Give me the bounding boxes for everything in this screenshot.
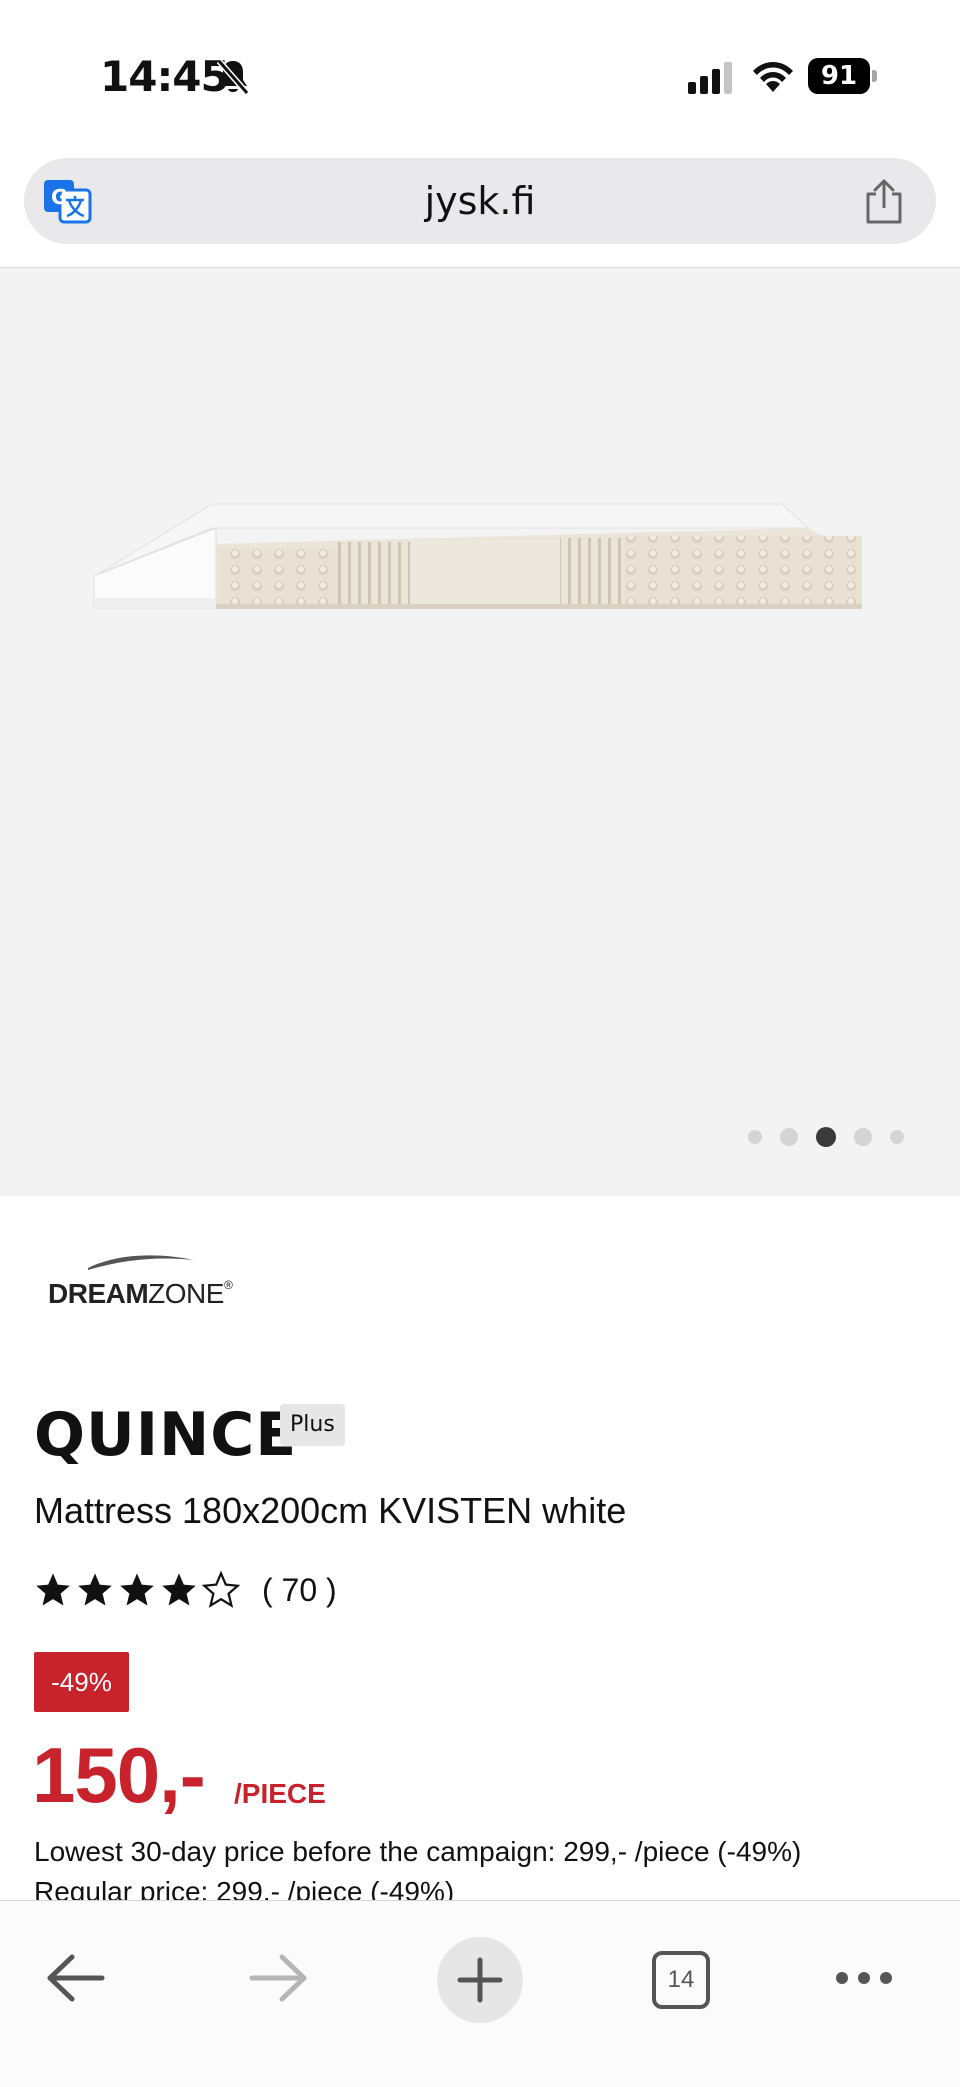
plus-badge: Plus (280, 1404, 345, 1446)
gallery-dot[interactable] (780, 1128, 798, 1146)
battery-level: 91 (808, 58, 870, 94)
lowest-price-text: Lowest 30-day price before the campaign:… (34, 1836, 802, 1867)
product-rating[interactable]: ( 70 ) (34, 1568, 337, 1612)
gallery-dot[interactable] (748, 1130, 762, 1144)
product-image-mattress[interactable] (92, 498, 870, 618)
tabs-button[interactable]: 14 (652, 1951, 710, 2009)
browser-toolbar: 14 (0, 1900, 960, 2087)
discount-badge: -49% (34, 1652, 129, 1712)
gallery-pagination[interactable] (748, 1126, 904, 1148)
star-filled-icon (78, 1573, 112, 1606)
wifi-icon (753, 62, 793, 92)
price-unit: /PIECE (234, 1778, 326, 1809)
forward-arrow-icon[interactable] (246, 1951, 310, 2005)
more-menu-icon[interactable] (834, 1965, 894, 1991)
gallery-dot-active[interactable] (816, 1127, 836, 1147)
new-tab-button[interactable] (437, 1937, 523, 2023)
bell-muted-icon (216, 59, 250, 95)
brand-logo-text: DREAMZONE® (48, 1278, 233, 1309)
review-count[interactable]: ( 70 ) (262, 1572, 337, 1609)
address-bar[interactable]: G jysk.fi (24, 158, 936, 244)
gallery-dot[interactable] (854, 1128, 872, 1146)
plus-icon (457, 1957, 503, 2003)
gallery-dot[interactable] (890, 1130, 904, 1144)
product-description: Mattress 180x200cm KVISTEN white (34, 1490, 627, 1531)
share-icon[interactable] (862, 178, 906, 226)
star-empty-icon (202, 1571, 240, 1608)
url-text[interactable]: jysk.fi (24, 158, 936, 244)
star-filled-icon (162, 1573, 196, 1606)
star-filled-icon (120, 1573, 154, 1606)
status-bar: 14:45 91 (0, 0, 960, 150)
battery-icon: 91 (808, 58, 878, 94)
star-filled-icon (36, 1573, 70, 1606)
product-price: 150,- (32, 1731, 206, 1819)
brand-logo-dreamzone[interactable]: DREAMZONE® (46, 1252, 246, 1309)
brand-logo-swoosh (88, 1255, 194, 1270)
battery-nub (872, 70, 877, 82)
back-arrow-icon[interactable] (44, 1951, 108, 2005)
product-name: QUINCE (34, 1400, 298, 1470)
status-time: 14:45 (100, 52, 230, 101)
product-image-gallery[interactable] (0, 268, 960, 1196)
cellular-signal-icon (688, 62, 732, 94)
